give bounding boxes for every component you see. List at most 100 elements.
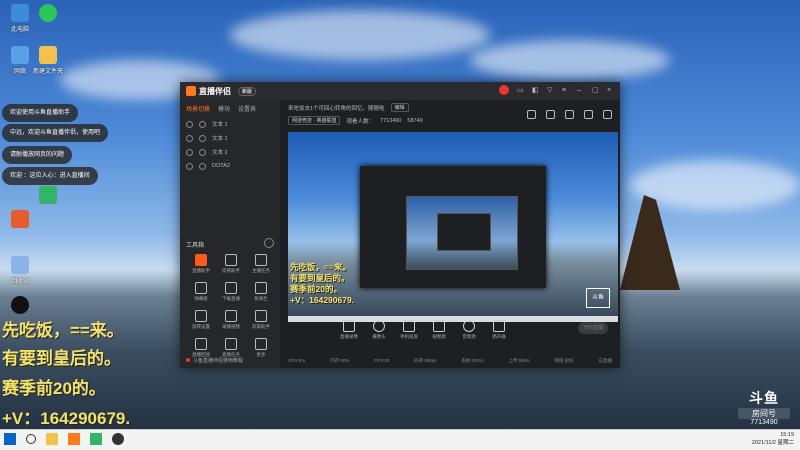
speaker-button[interactable]: 扬声器 bbox=[490, 320, 508, 340]
camera-button[interactable]: 摄像头 bbox=[370, 320, 388, 340]
eye-icon[interactable] bbox=[186, 162, 193, 170]
maximize-icon[interactable]: ▢ bbox=[592, 87, 599, 94]
tool-icon bbox=[255, 282, 267, 294]
douyu-taskbar-icon[interactable] bbox=[68, 433, 80, 445]
preview-logo: 斗鱼 bbox=[586, 288, 610, 308]
nested-window-preview bbox=[406, 196, 518, 270]
phone-icon bbox=[403, 320, 415, 332]
edit-button[interactable]: 编辑 bbox=[390, 103, 409, 112]
tab-scenes[interactable]: 场景切换 bbox=[186, 104, 210, 113]
bell-icon[interactable] bbox=[584, 110, 593, 119]
close-icon[interactable]: × bbox=[607, 87, 614, 94]
stream-preview[interactable]: 先吃饭，==来。 有要到皇后的。 赛季前20的。 +V：164290679. 斗… bbox=[288, 132, 618, 322]
gift-icon[interactable]: ▽ bbox=[547, 87, 554, 94]
sidebar: 场景切换 模块 设置表 文本 1 文本 1 文本 2 DOTA2 工具箱 直播助… bbox=[180, 100, 280, 368]
lock-icon[interactable] bbox=[199, 148, 206, 156]
overlay-text: 先吃饭，==来。 bbox=[2, 321, 124, 340]
menu-icon[interactable]: ≡ bbox=[562, 87, 569, 94]
tool-item[interactable]: 新闻栏 bbox=[246, 282, 276, 302]
eye-icon[interactable] bbox=[186, 134, 193, 142]
tool-item[interactable]: 直播助手 bbox=[186, 254, 216, 274]
green-app-icon[interactable] bbox=[28, 186, 68, 204]
gift-icon[interactable] bbox=[565, 110, 574, 119]
scene-item[interactable]: 文本 1 bbox=[180, 131, 280, 145]
toast-notification: 欢迎 ：这位入心：进入直播间 bbox=[2, 167, 98, 185]
eye-icon[interactable] bbox=[186, 148, 193, 156]
wechat-icon[interactable] bbox=[28, 4, 68, 22]
go-live-button[interactable]: 开始直播 bbox=[578, 322, 608, 334]
nested-window-preview bbox=[437, 213, 491, 251]
windows-start-icon[interactable] bbox=[4, 433, 16, 445]
folder-icon[interactable]: 新建文件夹 bbox=[28, 46, 68, 75]
toast-notification: 中远，欢迎斗鱼直播伴侣，使用吧 bbox=[2, 124, 109, 142]
tool-item[interactable]: 旋转设置 bbox=[186, 310, 216, 330]
greenapp-taskbar-icon[interactable] bbox=[90, 433, 102, 445]
search-icon[interactable] bbox=[26, 434, 36, 444]
title-bar[interactable]: 直播伴侣 新版 ▭ ◧ ▽ ≡ – ▢ × bbox=[180, 82, 620, 100]
skin-icon[interactable]: ◧ bbox=[532, 87, 539, 94]
douyu-logo: 斗鱼 房间号 7713490 bbox=[738, 388, 790, 426]
tool-item[interactable]: 录播视频 bbox=[216, 310, 246, 330]
version-badge: 新版 bbox=[238, 86, 257, 96]
obs-icon[interactable] bbox=[112, 433, 124, 445]
tool-icon bbox=[225, 282, 237, 294]
speaker-icon bbox=[493, 320, 505, 332]
overlay-text: +V：164290679. bbox=[2, 409, 131, 428]
explorer-icon[interactable] bbox=[46, 433, 58, 445]
record-button[interactable]: 直播录像 bbox=[340, 320, 358, 340]
lock-icon[interactable] bbox=[199, 120, 206, 128]
taskbar: 15:19 2021/11/2 星期二 bbox=[0, 429, 800, 450]
monitor-icon bbox=[343, 320, 355, 332]
clock[interactable]: 15:19 2021/11/2 星期二 bbox=[752, 431, 794, 447]
tool-item[interactable]: 主播任务 bbox=[246, 254, 276, 274]
control-bar: 直播录像 摄像头 手机投屏 视频源 音频源 扬声器 开始直播 CPU:8% 内存:… bbox=[280, 306, 620, 368]
phone-cast-button[interactable]: 手机投屏 bbox=[400, 320, 418, 340]
play-icon bbox=[433, 320, 445, 332]
tool-icon bbox=[255, 310, 267, 322]
record-icon[interactable] bbox=[527, 110, 536, 119]
scene-item[interactable]: 文本 2 bbox=[180, 145, 280, 159]
tool-icon bbox=[225, 310, 237, 322]
overlay-text: 赛季前20的。 bbox=[2, 379, 106, 398]
tool-item[interactable]: 下载直播 bbox=[216, 282, 246, 302]
toolbox-grid: 直播助手 房管助手 主播任务 弹幕姬 下载直播 新闻栏 旋转设置 录播视频 获取… bbox=[186, 254, 276, 358]
recycle-bin-icon[interactable]: 回收站 bbox=[0, 256, 40, 285]
live-dot-icon bbox=[186, 358, 190, 362]
app-icon[interactable] bbox=[0, 210, 40, 228]
room-title[interactable]: 来吃饭去1个可回心转角的回忆。随随啦 bbox=[288, 104, 385, 112]
tool-icon bbox=[195, 254, 207, 266]
minimize-icon[interactable]: – bbox=[577, 87, 584, 94]
avatar[interactable] bbox=[499, 85, 509, 95]
live-companion-window: 直播伴侣 新版 ▭ ◧ ▽ ≡ – ▢ × 场景切换 模块 设置表 文本 1 文… bbox=[180, 82, 620, 368]
watching-label: 观看人数： bbox=[346, 118, 374, 125]
preview-overlay-text: 先吃饭，==来。 有要到皇后的。 赛季前20的。 +V：164290679. bbox=[290, 262, 355, 305]
tool-item[interactable]: 直播任务 bbox=[216, 338, 246, 358]
tool-item[interactable]: 房管助手 bbox=[216, 254, 246, 274]
tool-item[interactable]: 弹幕姬 bbox=[186, 282, 216, 302]
message-icon[interactable]: ▭ bbox=[517, 87, 524, 94]
app-logo: 直播伴侣 新版 bbox=[186, 86, 257, 97]
status-bar: CPU:8% 内存:50% FPS:30 码率:0kbps 丢帧:0(0%) 上传:0k… bbox=[288, 358, 612, 363]
qq-icon[interactable] bbox=[0, 296, 40, 314]
video-source-button[interactable]: 视频源 bbox=[430, 320, 448, 340]
tab-modules[interactable]: 模块 bbox=[218, 104, 230, 113]
lock-icon[interactable] bbox=[546, 110, 555, 119]
scene-item[interactable]: 文本 1 bbox=[180, 117, 280, 131]
logo-icon bbox=[186, 86, 196, 96]
eye-icon[interactable] bbox=[186, 120, 193, 128]
lock-icon[interactable] bbox=[199, 134, 206, 142]
tab-settings[interactable]: 设置表 bbox=[238, 104, 256, 113]
category-pill[interactable]: 网游竞技 · 英雄联盟 bbox=[288, 116, 341, 125]
toast-notification: 欢迎使用斗鱼直播助手 bbox=[2, 104, 79, 122]
tool-item[interactable]: 更多 bbox=[246, 338, 276, 358]
scene-item[interactable]: DOTA2 bbox=[180, 159, 280, 173]
audio-source-button[interactable]: 音频源 bbox=[460, 320, 478, 340]
overlay-text: 有要到皇后的。 bbox=[2, 349, 121, 368]
lock-icon[interactable] bbox=[199, 162, 206, 170]
tool-item[interactable]: 直播回放 bbox=[186, 338, 216, 358]
toolbox-add-icon[interactable] bbox=[264, 238, 274, 248]
tutorial-link[interactable]: 斗鱼直播伴侣使用教程 bbox=[186, 357, 243, 364]
share-icon[interactable] bbox=[603, 110, 612, 119]
main-area: 来吃饭去1个可回心转角的回忆。随随啦 编辑 网游竞技 · 英雄联盟 观看人数： … bbox=[280, 100, 620, 368]
tool-item[interactable]: 获取助手 bbox=[246, 310, 276, 330]
